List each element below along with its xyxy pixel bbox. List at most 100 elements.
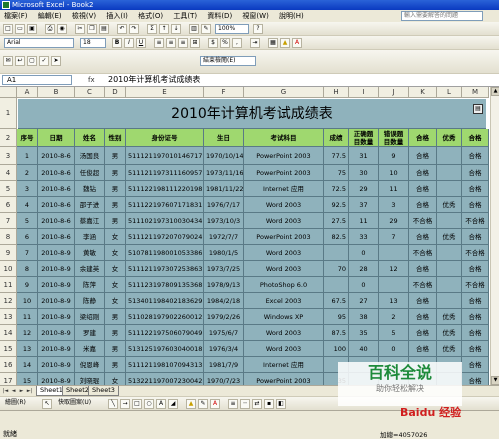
table-cell[interactable]: 511123197809135368 [126,277,204,293]
table-cell[interactable]: 2010-8-9 [38,357,75,373]
table-cell[interactable]: 梁绍刚 [75,309,105,325]
send-icon[interactable]: ➤ [51,56,61,66]
table-cell[interactable]: 陈静 [75,293,105,309]
table-cell[interactable]: 9 [17,277,38,293]
table-cell[interactable]: 67.5 [324,293,349,309]
table-cell[interactable]: 不合格 [462,213,489,229]
fill-color-icon[interactable]: ▲ [280,38,290,48]
table-cell[interactable]: 米嘉 [75,341,105,357]
table-cell[interactable]: 9 [379,147,409,165]
table-cell[interactable] [324,245,349,261]
indent-icon[interactable]: ⇥ [250,38,260,48]
table-cell[interactable]: 11 [349,213,379,229]
draw-menu[interactable]: 繪圖(R) [3,399,39,409]
row-header[interactable]: 5 [0,181,17,197]
tab-sheet3[interactable]: Sheet3 [88,386,119,396]
table-cell[interactable]: 513125197603040018 [126,341,204,357]
table-cell[interactable]: 1 [17,147,38,165]
table-cell[interactable]: 28 [349,261,379,277]
table-cell[interactable]: 2010-8-6 [38,229,75,245]
menu-tools[interactable]: 工具(T) [169,10,201,22]
table-cell[interactable]: 15 [17,373,38,385]
draw-fill-icon[interactable]: ▲ [186,399,196,409]
select-objects-icon[interactable]: ↖ [42,399,52,409]
line-color-icon[interactable]: ✎ [198,399,208,409]
table-cell[interactable]: 5 [17,213,38,229]
table-cell[interactable]: 余建英 [75,261,105,277]
name-box[interactable]: A1 [2,75,72,85]
table-cell[interactable] [379,245,409,261]
table-cell[interactable]: 女 [105,373,126,385]
draw-font-color-icon[interactable]: A [210,399,220,409]
table-cell[interactable]: 男 [105,197,126,213]
table-cell[interactable] [437,213,462,229]
table-cell[interactable]: Excel 2003 [244,293,324,309]
table-cell[interactable]: 10 [17,293,38,309]
column-header[interactable]: K [409,87,437,98]
copy-icon[interactable]: ❐ [87,24,97,34]
autosum-icon[interactable]: Σ [147,24,157,34]
table-cell[interactable]: 511121197010146717 [126,147,204,165]
table-cell[interactable]: 合格 [409,197,437,213]
scroll-down-icon[interactable]: ▼ [491,376,499,385]
table-cell[interactable]: Word 2003 [244,261,324,277]
header-cell[interactable]: 合格 [409,129,437,147]
table-cell[interactable]: 70 [324,261,349,277]
menu-format[interactable]: 格式(O) [134,10,167,22]
table-cell[interactable] [324,277,349,293]
vertical-scrollbar[interactable]: ▲ ▼ [490,87,499,385]
print-icon[interactable]: ⎙ [45,24,55,34]
table-cell[interactable]: Windows XP [244,309,324,325]
table-cell[interactable]: 2010-8-9 [38,277,75,293]
fx-icon[interactable]: fx [88,75,95,85]
column-header[interactable]: C [75,87,105,98]
table-cell[interactable]: 2010-8-9 [38,245,75,261]
open-icon[interactable]: ▭ [15,24,25,34]
table-cell[interactable]: 2010-8-6 [38,147,75,165]
table-cell[interactable]: 2010-8-9 [38,341,75,357]
shadow-icon[interactable]: ▪ [264,399,274,409]
table-cell[interactable]: 82.5 [324,229,349,245]
merge-center-icon[interactable]: ⊞ [190,38,200,48]
table-cell[interactable]: 511028197902260012 [126,309,204,325]
textbox-icon[interactable]: A [156,399,166,409]
row-header[interactable]: 10 [0,261,17,277]
table-cell[interactable]: PowerPoint 2003 [244,147,324,165]
table-cell[interactable]: 1981/7/9 [204,357,244,373]
table-cell[interactable]: 10 [379,165,409,181]
table-cell[interactable]: 11 [17,309,38,325]
table-cell[interactable]: 1970/10/14 [204,147,244,165]
table-cell[interactable]: 女 [105,293,126,309]
column-header[interactable]: M [462,87,489,98]
table-cell[interactable]: 合格 [462,261,489,277]
table-cell[interactable]: 77.5 [324,147,349,165]
table-cell[interactable]: 7 [379,229,409,245]
table-cell[interactable]: 8 [17,261,38,277]
table-cell[interactable]: 75 [324,165,349,181]
table-cell[interactable]: 33 [349,229,379,245]
table-cell[interactable]: 1975/6/7 [204,325,244,341]
table-cell[interactable]: 511122198111220198 [126,181,204,197]
line-icon[interactable]: ╲ [108,399,118,409]
menu-help[interactable]: 說明(H) [275,10,308,22]
table-cell[interactable]: 37 [349,197,379,213]
table-cell[interactable]: 2010-8-6 [38,197,75,213]
dash-style-icon[interactable]: ┄ [240,399,250,409]
table-cell[interactable]: 2010-8-6 [38,213,75,229]
table-cell[interactable]: 2010-8-9 [38,325,75,341]
table-cell[interactable]: 合格 [409,147,437,165]
line-style-icon[interactable]: ≡ [228,399,238,409]
header-cell[interactable]: 序号 [17,129,38,147]
sort-desc-icon[interactable]: ↓ [171,24,181,34]
reply-icon[interactable]: ↩ [15,56,25,66]
table-cell[interactable]: 合格 [409,341,437,357]
table-cell[interactable]: 男 [105,341,126,357]
row-header[interactable]: 8 [0,229,17,245]
table-cell[interactable]: 合格 [409,229,437,245]
table-cell[interactable]: 2 [17,165,38,181]
table-cell[interactable]: 男 [105,147,126,165]
row-header[interactable]: 7 [0,213,17,229]
table-cell[interactable]: 魏钻 [75,181,105,197]
help-search-input[interactable]: 輸入需要解答的問題 [401,11,483,21]
table-cell[interactable]: Word 2003 [244,325,324,341]
